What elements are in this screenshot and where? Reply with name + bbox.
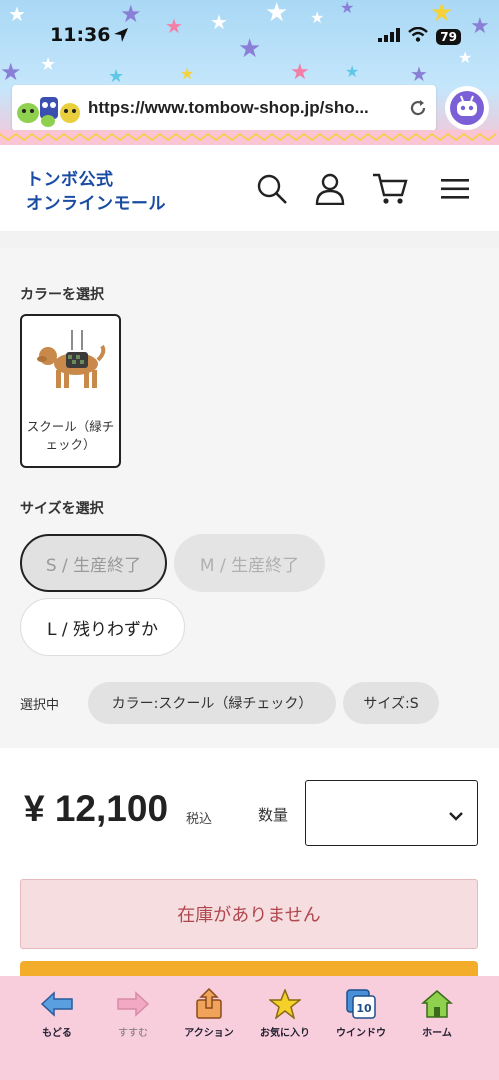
logo-line1: トンボ公式 [26,170,114,190]
wifi-icon [408,26,429,46]
quantity-label: 数量 [258,806,289,824]
toolbar-windows-label: ウインドウ [336,1028,386,1039]
selected-size-chip: サイズ:S [343,682,439,724]
toolbar-favorites-button[interactable]: お気に入り [247,986,323,1080]
color-section-label: カラーを選択 [20,287,104,303]
cart-icon[interactable] [372,171,408,207]
star-decoration-icon: ★ [265,0,289,28]
toolbar-home-button[interactable]: ホーム [399,986,475,1080]
status-indicators: 79 [378,26,461,46]
selection-label: 選択中 [20,698,60,713]
url-text: https://www.tombow-shop.jp/sho... [88,98,369,117]
toolbar-forward-button[interactable]: すすむ [95,986,171,1080]
price: ¥ 12,100 [24,788,169,829]
battery-indicator: 79 [436,28,461,45]
quantity-select[interactable] [305,780,478,846]
star-decoration-icon: ★ [40,54,57,75]
browser-header: ★ ★ ★ ★ ★ ★ ★ ★ ★ ★ ★ ★ ★ ★ ★ ★ ★ ★ 11:3… [0,0,499,145]
home-icon [418,986,456,1022]
toolbar-back-label: もどる [42,1028,72,1039]
toolbar-action-button[interactable]: アクション [171,986,247,1080]
star-decoration-icon: ★ [180,64,195,83]
browser-toolbar: もどる すすむ アクション お気に入り 10 ウインドウ ホーム [0,976,499,1080]
windows-count-badge: 10 [356,1002,372,1015]
toolbar-home-label: ホーム [422,1028,452,1039]
star-decoration-icon: ★ [340,0,355,17]
selected-color-chip: カラー:スクール（緑チェック） [88,682,336,724]
share-icon [190,986,228,1022]
star-decoration-icon: ★ [290,60,310,85]
site-header: トンボ公式 オンラインモール [0,145,499,231]
toolbar-windows-button[interactable]: 10 ウインドウ [323,986,399,1080]
account-icon[interactable] [312,171,348,207]
purchase-area: ¥ 12,100 税込 数量 在庫がありません [0,748,499,981]
star-decoration-icon: ★ [165,14,183,38]
size-option-l[interactable]: L / 残りわずか [20,598,185,656]
location-arrow-icon [113,27,129,47]
color-option-card[interactable]: スクール（緑チェック） [20,314,121,468]
star-decoration-icon: ★ [238,34,262,64]
star-decoration-icon: ★ [120,0,142,28]
toolbar-back-button[interactable]: もどる [19,986,95,1080]
size-option-s[interactable]: S / 生産終了 [20,534,167,592]
site-logo[interactable]: トンボ公式 オンラインモール [26,165,166,214]
product-options: カラーを選択 スクール（緑チェック） サイズを選択 S / 生産終了 M / 生… [0,248,499,748]
assistant-robot-button[interactable] [445,86,489,130]
back-arrow-icon [38,986,76,1022]
windows-icon: 10 [342,986,380,1022]
star-icon [266,986,304,1022]
address-bar[interactable]: https://www.tombow-shop.jp/sho... [12,85,436,131]
star-decoration-icon: ★ [345,62,360,81]
header-zigzag-border [0,130,499,145]
star-decoration-icon: ★ [310,8,325,27]
toolbar-favorites-label: お気に入り [260,1028,310,1039]
product-dog-image [37,330,106,388]
toolbar-action-label: アクション [184,1028,234,1039]
star-decoration-icon: ★ [458,48,473,67]
toolbar-forward-label: すすむ [118,1028,148,1039]
chevron-down-icon [449,806,463,825]
reload-icon[interactable] [400,98,436,118]
star-decoration-icon: ★ [430,0,454,28]
search-icon[interactable] [254,171,290,207]
star-decoration-icon: ★ [108,66,125,87]
signal-icon [378,27,401,46]
star-decoration-icon: ★ [0,58,22,86]
out-of-stock-notice: 在庫がありません [20,879,478,949]
menu-hamburger-icon[interactable] [437,171,473,207]
tax-label: 税込 [186,812,213,827]
logo-line2: オンラインモール [26,194,166,214]
forward-arrow-icon [114,986,152,1022]
star-decoration-icon: ★ [410,62,428,86]
star-decoration-icon: ★ [210,10,228,34]
mascot-icon [12,85,88,131]
status-time: 11:36 [50,24,111,46]
divider [0,231,499,248]
size-option-m[interactable]: M / 生産終了 [174,534,325,592]
star-decoration-icon: ★ [8,2,26,26]
size-section-label: サイズを選択 [20,501,104,517]
color-option-caption: スクール（緑チェック） [26,419,115,452]
star-decoration-icon: ★ [470,14,490,39]
